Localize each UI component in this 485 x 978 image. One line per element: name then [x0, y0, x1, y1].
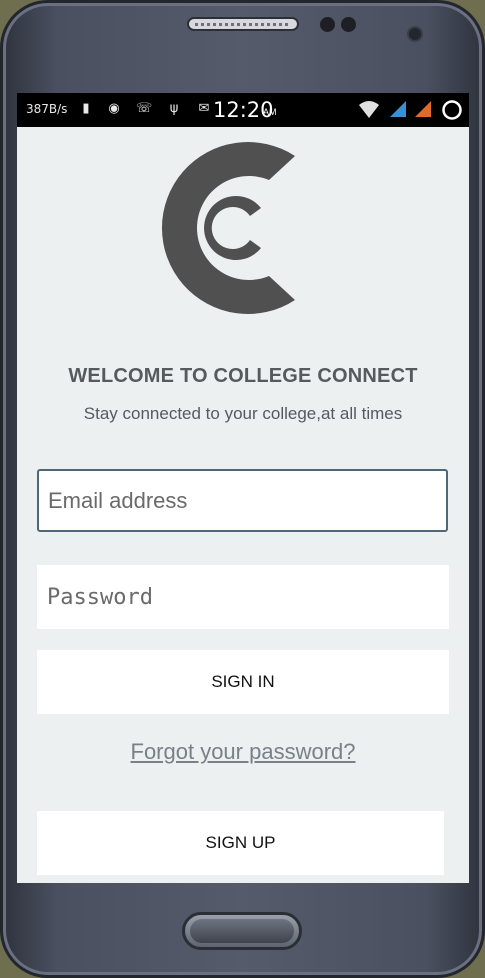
forgot-password-link[interactable]: Forgot your password? — [17, 739, 469, 765]
network-speed: 387B/s — [26, 102, 68, 116]
signal-orange-icon — [415, 101, 431, 117]
sign-up-button[interactable]: SIGN UP — [37, 811, 444, 875]
proximity-sensor — [320, 17, 335, 32]
welcome-subtitle: Stay connected to your college,at all ti… — [83, 404, 403, 423]
circle-icon — [442, 100, 462, 120]
welcome-title: WELCOME TO COLLEGE CONNECT — [68, 365, 418, 387]
earpiece-speaker — [187, 17, 299, 31]
email-input[interactable] — [37, 469, 448, 532]
whatsapp-icon: ☏ — [136, 101, 153, 116]
status-bar: 387B/s ▮ ◉ ☏ ψ ✉ 12:20 AM — [17, 93, 469, 127]
app-icon: ◉ — [108, 101, 120, 116]
usb-icon: ψ — [169, 101, 179, 116]
home-button[interactable] — [182, 912, 302, 950]
signal-blue-icon — [390, 101, 406, 117]
password-input[interactable] — [37, 565, 449, 629]
wifi-icon — [359, 101, 379, 118]
clock-ampm: AM — [263, 107, 277, 117]
phone-frame: 387B/s ▮ ◉ ☏ ψ ✉ 12:20 AM WELCOME TO COL… — [0, 0, 485, 978]
app-screen: 387B/s ▮ ◉ ☏ ψ ✉ 12:20 AM WELCOME TO COL… — [17, 93, 469, 883]
light-sensor — [341, 17, 356, 32]
notification-icon: ▮ — [82, 101, 90, 116]
front-camera — [407, 26, 423, 42]
college-connect-logo — [161, 142, 295, 315]
gmail-icon: ✉ — [198, 101, 210, 116]
sign-in-button[interactable]: SIGN IN — [37, 650, 449, 714]
